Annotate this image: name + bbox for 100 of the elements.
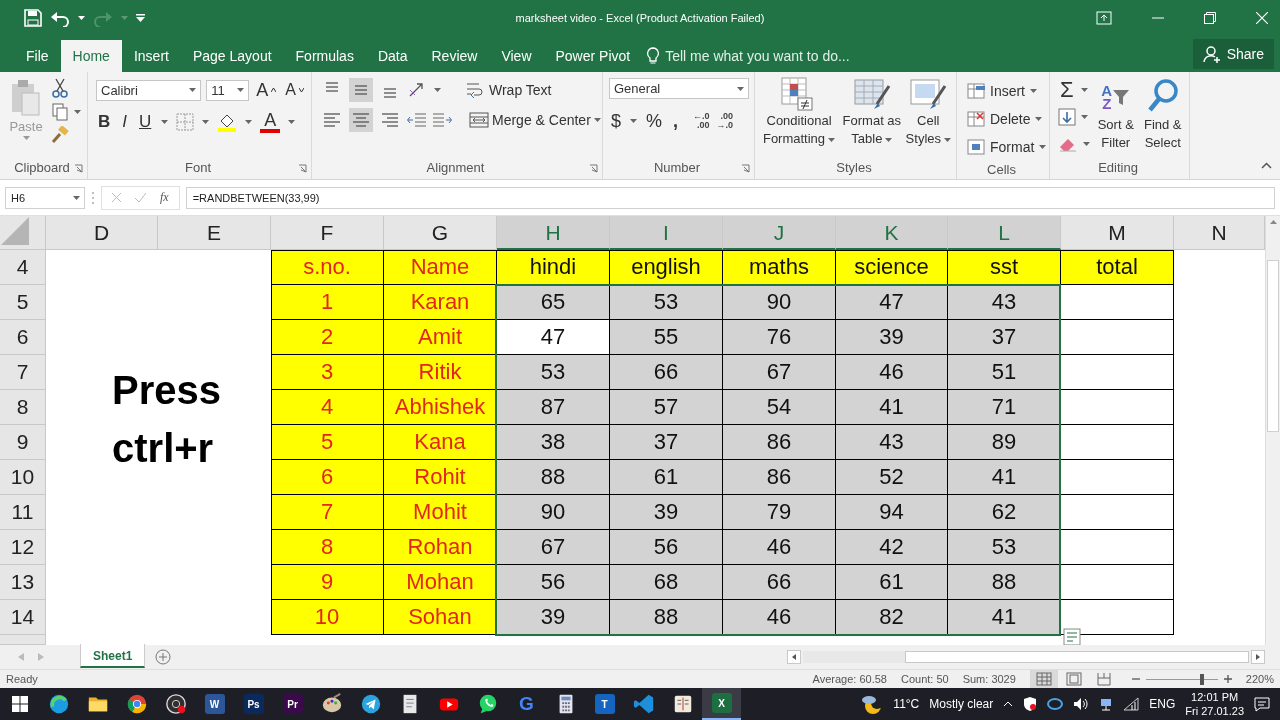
row-header[interactable]: 6 [0, 320, 46, 355]
taskbar-button[interactable]: W [195, 688, 234, 720]
column-header[interactable]: F [271, 216, 384, 250]
vertical-scrollbar[interactable] [1265, 216, 1280, 645]
column-header[interactable]: J [723, 216, 836, 250]
ribbon-tab[interactable]: View [489, 40, 544, 72]
cells-menu-button[interactable]: Insert [965, 78, 1044, 104]
fill-color-icon[interactable] [217, 112, 238, 132]
taskbar-button[interactable]: Pr [273, 688, 312, 720]
column-header[interactable]: H [497, 216, 610, 250]
increase-decimal-button[interactable]: ←.0 .00 [693, 112, 710, 130]
shield-icon[interactable] [1023, 696, 1038, 712]
autosum-button[interactable]: Σ [1058, 77, 1076, 103]
align-button[interactable] [349, 108, 373, 132]
language-indicator[interactable]: ENG [1149, 697, 1176, 711]
row-header[interactable]: 11 [0, 495, 46, 530]
column-header[interactable]: I [610, 216, 723, 250]
dialog-launcher-icon[interactable] [741, 163, 750, 173]
insert-function-button[interactable]: fx [160, 190, 169, 205]
find-select-button[interactable]: Find & Select [1141, 78, 1184, 157]
align-button[interactable] [349, 78, 373, 102]
caret-icon[interactable] [737, 86, 744, 91]
row-header[interactable]: 12 [0, 530, 46, 565]
currency-button[interactable]: $ [609, 108, 623, 134]
format-painter-icon[interactable] [51, 126, 69, 144]
collapse-ribbon-icon[interactable] [1261, 162, 1272, 169]
eraser-icon[interactable] [1058, 136, 1078, 152]
decrease-decimal-button[interactable]: .00 →.0 [716, 112, 734, 130]
caret-icon[interactable] [74, 110, 81, 114]
row-header[interactable]: 9 [0, 425, 46, 460]
caret-icon[interactable] [161, 120, 169, 124]
caret-icon[interactable] [1080, 88, 1088, 92]
font-color-button[interactable]: A [260, 111, 281, 133]
name-box[interactable]: H6 [5, 186, 85, 209]
caret-icon[interactable] [237, 88, 245, 92]
column-header[interactable]: N [1174, 216, 1265, 250]
ribbon-tab[interactable]: Power Pivot [543, 40, 643, 72]
column-header[interactable]: M [1061, 216, 1174, 250]
fill-down-icon[interactable] [1058, 108, 1076, 126]
undo-icon[interactable] [50, 9, 70, 27]
caret-icon[interactable] [1081, 115, 1088, 119]
row-header[interactable]: 4 [0, 250, 46, 285]
merge-center-button[interactable]: Merge & Center [467, 109, 603, 131]
caret-icon[interactable] [189, 88, 197, 92]
row-header[interactable]: 13 [0, 565, 46, 600]
scissors-icon[interactable] [51, 78, 69, 98]
cells-menu-button[interactable]: Format [965, 134, 1044, 160]
taskbar-button[interactable]: X [702, 688, 741, 720]
number-format-field[interactable]: General [609, 78, 749, 99]
caret-icon[interactable] [434, 88, 441, 92]
share-button[interactable]: Share [1192, 39, 1274, 69]
comma-button[interactable]: , [671, 108, 681, 134]
taskbar-button[interactable]: G [507, 688, 546, 720]
restore-icon[interactable] [1204, 12, 1216, 24]
wifi-icon[interactable] [1123, 697, 1140, 711]
tell-me-field[interactable]: Tell me what you want to do... [646, 40, 850, 72]
column-header[interactable]: L [948, 216, 1061, 250]
cells-menu-button[interactable]: Delete [965, 106, 1044, 132]
dialog-launcher-icon[interactable] [74, 163, 83, 173]
taskbar-button[interactable]: Ps [234, 688, 273, 720]
underline-button[interactable]: U [137, 110, 154, 134]
row-header[interactable]: 14 [0, 600, 46, 635]
sync-icon[interactable] [1047, 697, 1064, 711]
caret-icon[interactable] [78, 16, 85, 20]
zoom-out-icon[interactable] [1131, 675, 1140, 683]
font-name-field[interactable]: Calibri [96, 79, 202, 101]
percent-button[interactable]: % [644, 108, 665, 134]
row-header[interactable]: 5 [0, 285, 46, 320]
caret-icon[interactable] [593, 118, 601, 122]
caret-icon[interactable] [73, 195, 80, 200]
caret-icon[interactable] [630, 119, 637, 123]
sort-filter-button[interactable]: A Z Sort & Filter [1096, 78, 1136, 157]
caret-icon[interactable] [245, 120, 253, 124]
ribbon-tab[interactable]: Insert [121, 40, 181, 72]
taskbar-button[interactable]: T [585, 688, 624, 720]
ribbon-tab[interactable]: File [14, 40, 61, 72]
ribbon-display-icon[interactable] [1096, 11, 1112, 25]
save-icon[interactable] [24, 9, 42, 27]
font-size-field[interactable]: 11 [206, 79, 250, 101]
view-button[interactable] [1029, 670, 1058, 688]
ribbon-tab[interactable]: Home [60, 40, 122, 72]
ribbon-tab[interactable]: Page Layout [180, 40, 284, 72]
row-header[interactable]: 7 [0, 355, 46, 390]
scroll-left-icon[interactable] [792, 654, 796, 660]
ribbon-tab[interactable]: Review [419, 40, 490, 72]
clock[interactable]: 12:01 PM Fri 27.01.23 [1185, 690, 1244, 718]
start-icon[interactable] [11, 696, 28, 712]
italic-button[interactable]: I [120, 110, 129, 134]
zoom-level[interactable]: 220% [1245, 673, 1274, 685]
zoom-in-icon[interactable] [1223, 675, 1232, 683]
column-header[interactable]: K [836, 216, 948, 250]
speaker-icon[interactable] [1073, 697, 1090, 711]
ribbon-tab[interactable]: Formulas [283, 40, 366, 72]
ribbon-tab[interactable]: Data [365, 40, 420, 72]
dialog-launcher-icon[interactable] [298, 163, 307, 173]
customize-icon[interactable] [136, 14, 145, 22]
device-icon[interactable] [1099, 697, 1114, 711]
chevron-up-icon[interactable] [1003, 701, 1014, 707]
format-as-table-button[interactable]: Format as Table [840, 76, 904, 157]
row-header[interactable]: 8 [0, 390, 46, 425]
